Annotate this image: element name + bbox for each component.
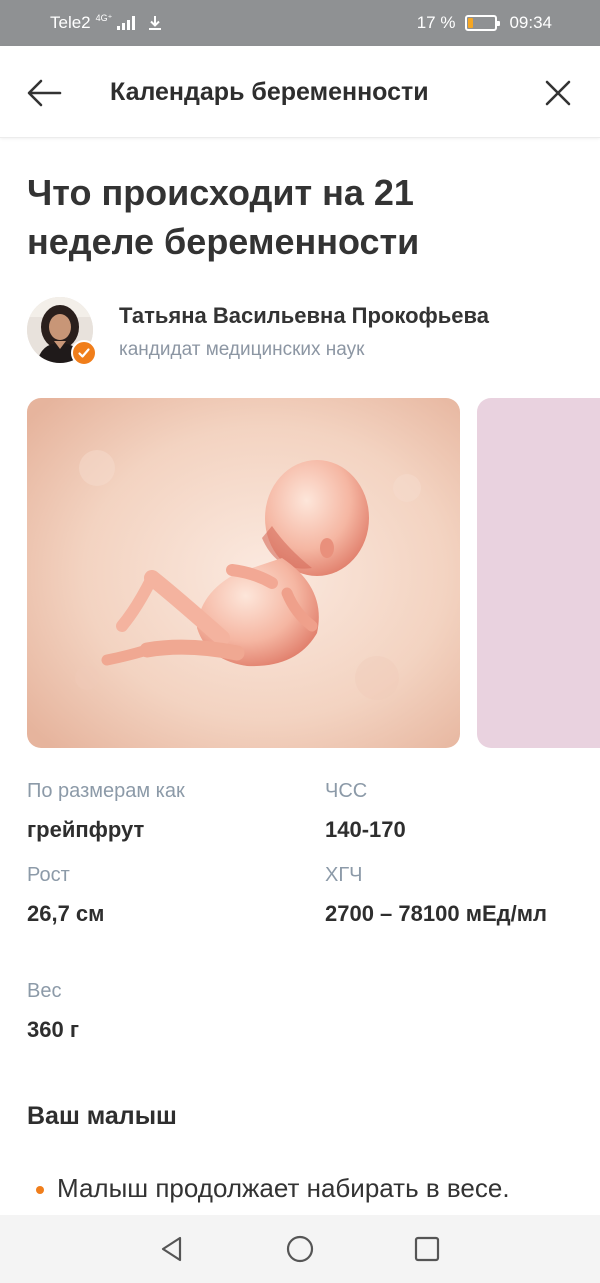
list-item-text: Малыш продолжает набирать в весе. <box>57 1173 510 1203</box>
battery-percent: 17 % <box>416 13 456 32</box>
verified-badge-icon <box>71 340 97 366</box>
author-name: Татьяна Васильевна Прокофьева <box>119 303 490 328</box>
stat-hcg-value: 2700 – 78100 мЕд/мл <box>325 901 547 926</box>
image-carousel[interactable] <box>27 398 600 748</box>
network-type: 4G⁺ <box>95 12 113 23</box>
battery-level <box>468 18 474 28</box>
stat-hcg: ХГЧ 2700 – 78100 мЕд/мл <box>325 864 565 930</box>
stat-size: По размерам как грейпфрут <box>27 780 185 846</box>
close-icon <box>545 80 571 106</box>
bullet-dot-icon <box>36 1186 44 1194</box>
stat-size-value: грейпфрут <box>27 817 145 842</box>
circle-home-icon <box>286 1235 314 1263</box>
carrier-name: Tele2 <box>50 13 91 32</box>
stat-heart-rate-label: ЧСС <box>325 780 368 802</box>
page-title: Что происходит на 21 неделе беременности <box>27 172 420 262</box>
status-right: 17 % 09:34 <box>417 13 552 33</box>
arrow-left-icon <box>27 79 62 107</box>
app-header: Календарь беременности <box>0 46 600 138</box>
stat-height-label: Рост <box>27 864 70 886</box>
clock: 09:34 <box>509 13 552 32</box>
square-recents-icon <box>414 1236 440 1262</box>
nav-recents-button[interactable] <box>411 1233 443 1265</box>
stat-heart-rate: ЧСС 140-170 <box>325 780 406 846</box>
nav-home-button[interactable] <box>284 1233 316 1265</box>
back-button[interactable] <box>22 71 66 115</box>
next-slide-preview[interactable] <box>477 398 600 748</box>
signal-icon <box>117 16 136 30</box>
fetus-illustration <box>27 398 460 748</box>
author-block[interactable]: Татьяна Васильевна Прокофьева кандидат м… <box>27 297 587 367</box>
status-bar: Tele2 4G⁺ 17 % 09:34 <box>0 0 600 46</box>
stat-height-value: 26,7 см <box>27 901 105 926</box>
stat-weight: Вес 360 г <box>27 980 79 1046</box>
system-nav-bar <box>0 1215 600 1283</box>
section-title: Ваш малыш <box>27 1102 177 1130</box>
list-item: Малыш продолжает набирать в весе. <box>36 1173 510 1204</box>
stat-heart-rate-value: 140-170 <box>325 817 406 842</box>
stat-height: Рост 26,7 см <box>27 864 104 930</box>
stat-hcg-label: ХГЧ <box>325 864 363 886</box>
stat-weight-value: 360 г <box>27 1017 79 1042</box>
stat-size-label: По размерам как <box>27 780 185 802</box>
status-left: Tele2 4G⁺ <box>50 13 164 33</box>
nav-back-button[interactable] <box>156 1233 188 1265</box>
close-button[interactable] <box>536 71 580 115</box>
triangle-back-icon <box>161 1236 182 1262</box>
header-title: Календарь беременности <box>110 78 429 106</box>
stat-weight-label: Вес <box>27 980 62 1002</box>
battery-icon <box>465 15 501 31</box>
author-degree: кандидат медицинских наук <box>119 339 365 360</box>
download-icon <box>149 16 162 30</box>
